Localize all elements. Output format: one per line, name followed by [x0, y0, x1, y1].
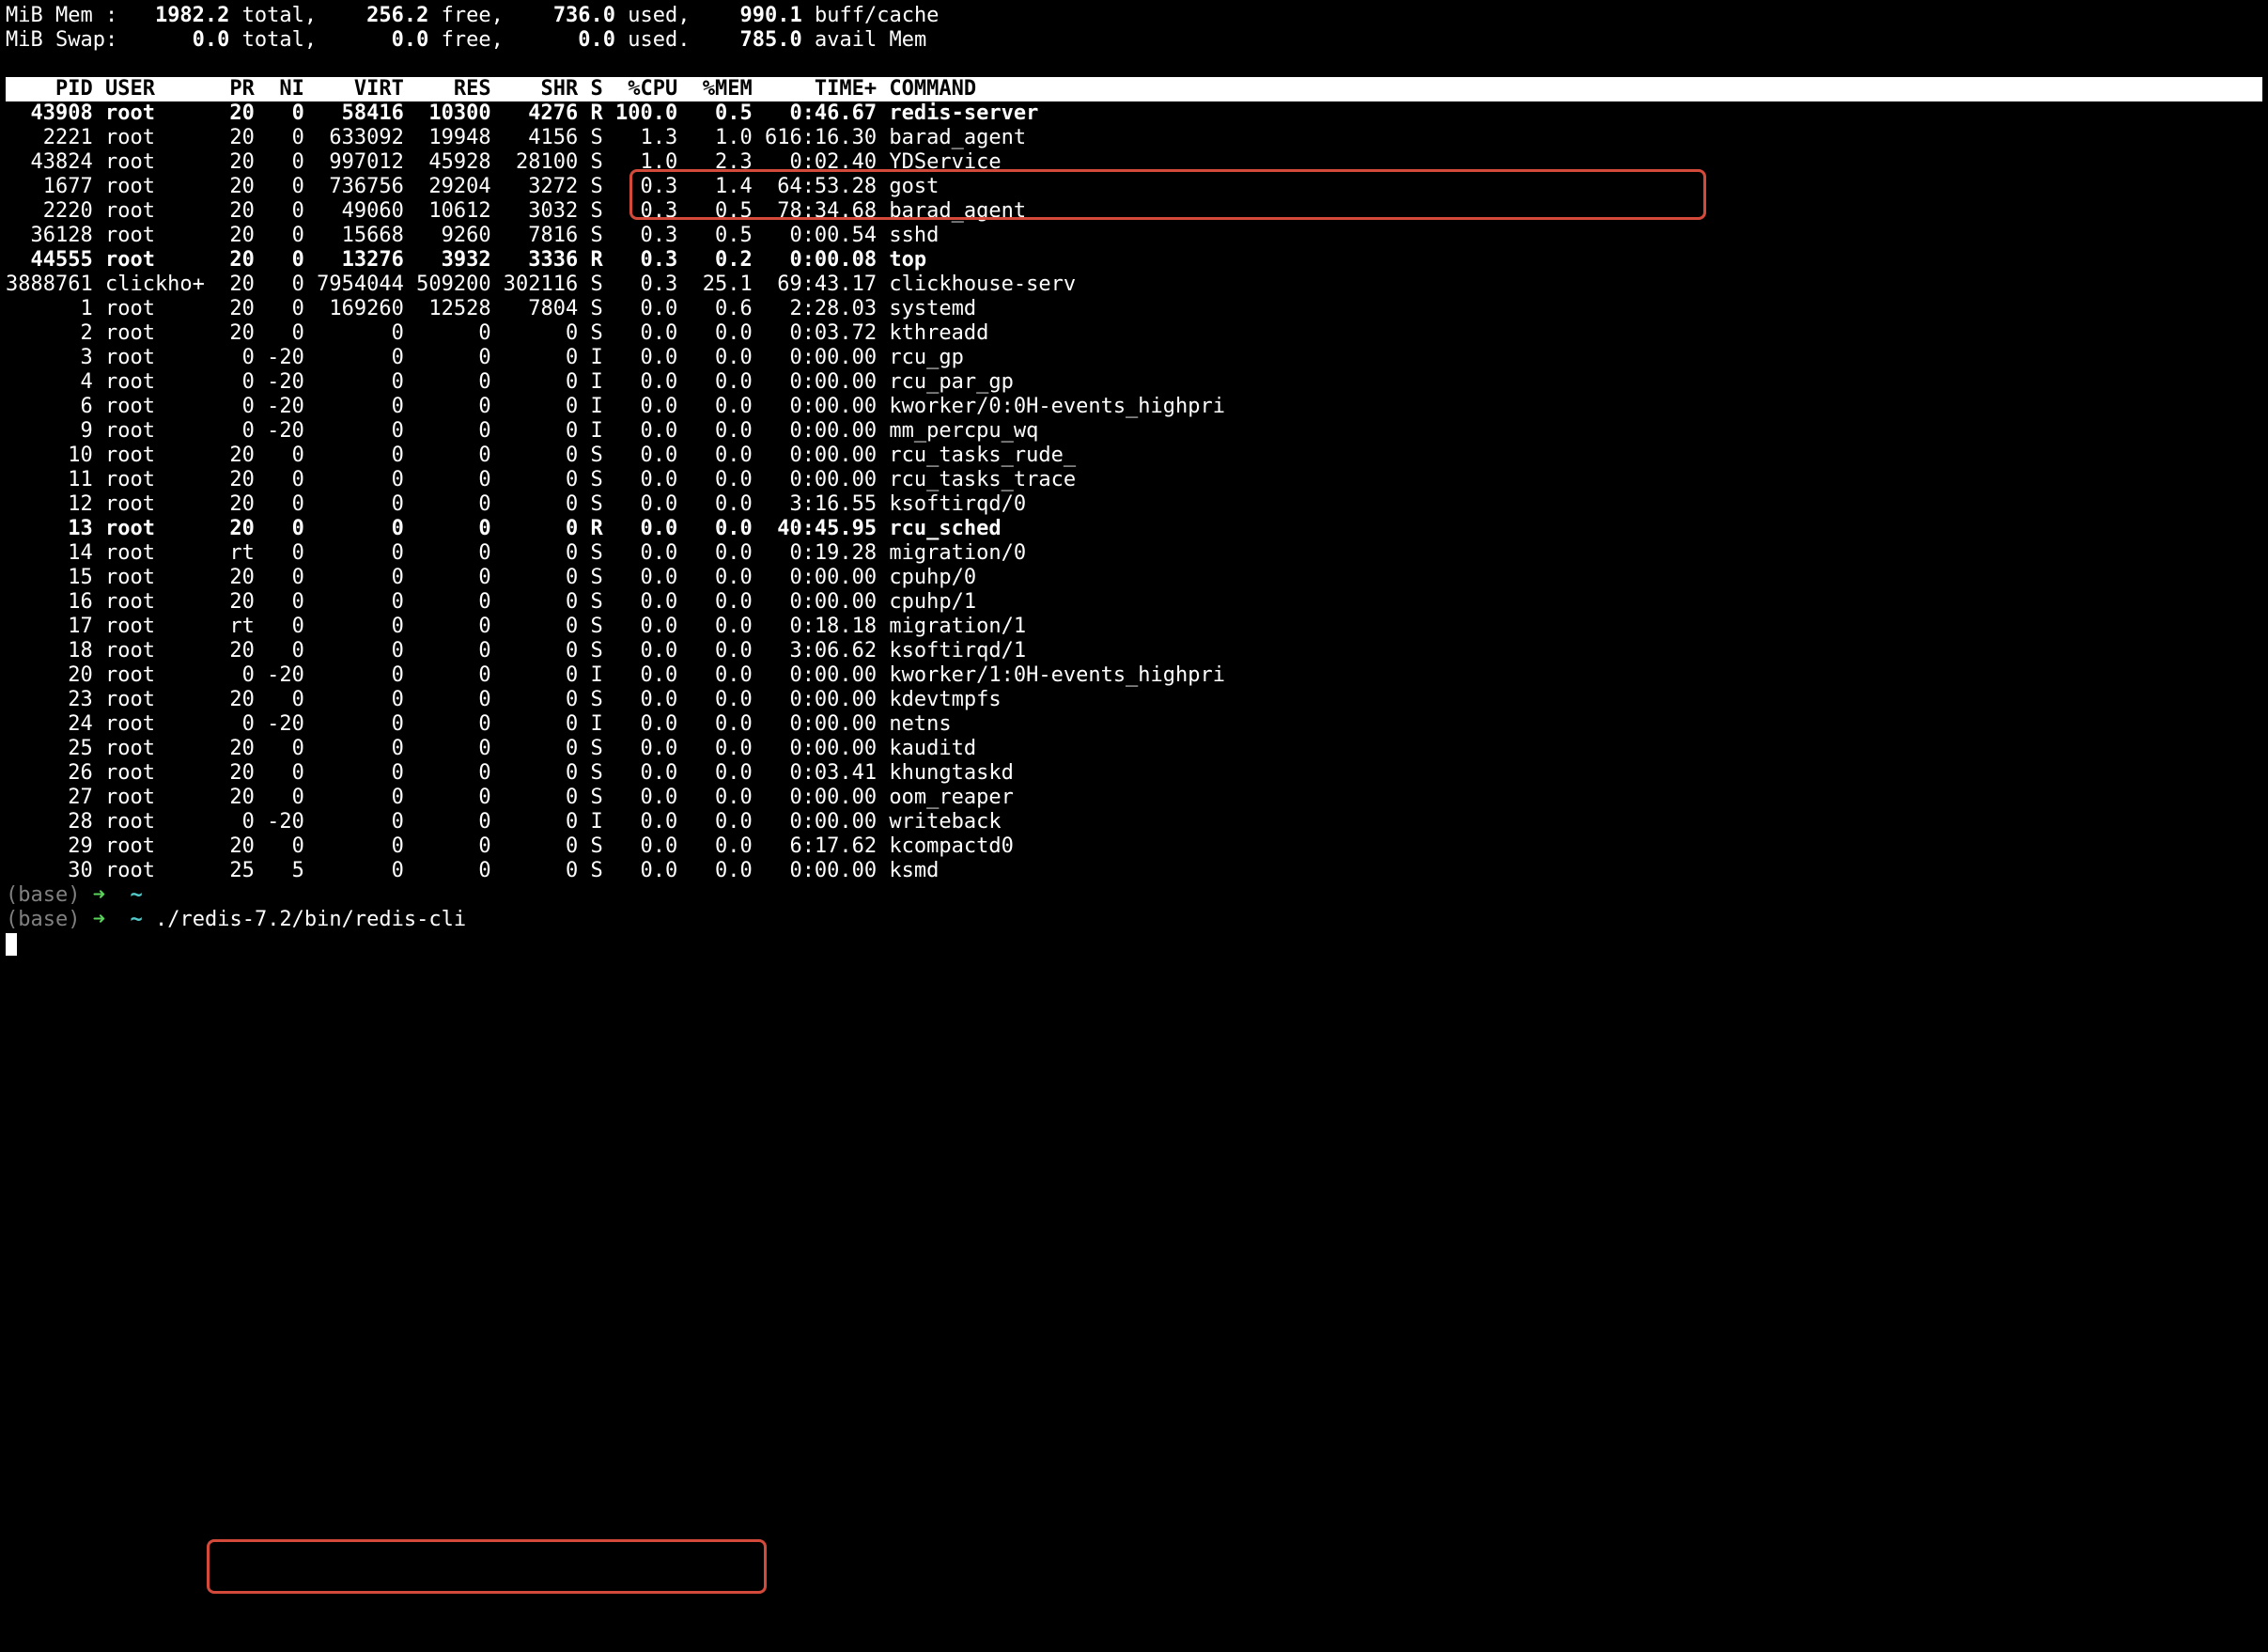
process-row: 44555 root 20 0 13276 3932 3336 R 0.3 0.… — [6, 248, 2262, 273]
mem-buff: 990.1 — [703, 4, 802, 27]
process-row: 3888761 clickho+ 20 0 7954044 509200 302… — [6, 273, 2262, 297]
process-row: 27 root 20 0 0 0 0 S 0.0 0.0 0:00.00 oom… — [6, 786, 2262, 810]
prompt-arrow-icon: ➜ — [93, 908, 105, 931]
swap-used: 0.0 — [516, 28, 615, 52]
shell-prompt-2[interactable]: (base) ➜ ~ ./redis-7.2/bin/redis-cli — [6, 908, 2262, 932]
process-row: 3 root 0 -20 0 0 0 I 0.0 0.0 0:00.00 rcu… — [6, 346, 2262, 370]
process-row: 20 root 0 -20 0 0 0 I 0.0 0.0 0:00.00 kw… — [6, 663, 2262, 688]
cursor-icon — [6, 933, 17, 956]
process-row: 25 root 20 0 0 0 0 S 0.0 0.0 0:00.00 kau… — [6, 737, 2262, 761]
process-row: 1677 root 20 0 736756 29204 3272 S 0.3 1… — [6, 175, 2262, 199]
blank-line — [6, 53, 2262, 77]
process-row: 2 root 20 0 0 0 0 S 0.0 0.0 0:03.72 kthr… — [6, 321, 2262, 346]
process-row: 24 root 0 -20 0 0 0 I 0.0 0.0 0:00.00 ne… — [6, 712, 2262, 737]
cursor-line[interactable] — [6, 932, 2262, 957]
process-row: 2220 root 20 0 49060 10612 3032 S 0.3 0.… — [6, 199, 2262, 224]
mem-line: MiB Mem : 1982.2 total, 256.2 free, 736.… — [6, 4, 2262, 28]
prompt-env: (base) — [6, 908, 80, 931]
process-row: 30 root 25 5 0 0 0 S 0.0 0.0 0:00.00 ksm… — [6, 859, 2262, 883]
swap-line: MiB Swap: 0.0 total, 0.0 free, 0.0 used.… — [6, 28, 2262, 53]
process-row: 9 root 0 -20 0 0 0 I 0.0 0.0 0:00.00 mm_… — [6, 419, 2262, 444]
prompt-cwd: ~ — [130, 883, 142, 907]
swap-total: 0.0 — [130, 28, 229, 52]
process-row: 36128 root 20 0 15668 9260 7816 S 0.3 0.… — [6, 224, 2262, 248]
process-row: 11 root 20 0 0 0 0 S 0.0 0.0 0:00.00 rcu… — [6, 468, 2262, 492]
prompt-cwd: ~ — [130, 908, 142, 931]
process-row: 43908 root 20 0 58416 10300 4276 R 100.0… — [6, 101, 2262, 126]
process-row: 18 root 20 0 0 0 0 S 0.0 0.0 3:06.62 kso… — [6, 639, 2262, 663]
process-row: 10 root 20 0 0 0 0 S 0.0 0.0 0:00.00 rcu… — [6, 444, 2262, 468]
process-row: 28 root 0 -20 0 0 0 I 0.0 0.0 0:00.00 wr… — [6, 810, 2262, 834]
process-row: 29 root 20 0 0 0 0 S 0.0 0.0 6:17.62 kco… — [6, 834, 2262, 859]
typed-command[interactable]: ./redis-7.2/bin/redis-cli — [155, 908, 466, 931]
prompt-arrow-icon: ➜ — [93, 883, 105, 907]
process-row: 4 root 0 -20 0 0 0 I 0.0 0.0 0:00.00 rcu… — [6, 370, 2262, 395]
process-row: 26 root 20 0 0 0 0 S 0.0 0.0 0:03.41 khu… — [6, 761, 2262, 786]
mem-used: 736.0 — [516, 4, 615, 27]
process-row: 14 root rt 0 0 0 0 S 0.0 0.0 0:19.28 mig… — [6, 541, 2262, 566]
mem-free: 256.2 — [329, 4, 428, 27]
swap-free: 0.0 — [329, 28, 428, 52]
process-row: 23 root 20 0 0 0 0 S 0.0 0.0 0:00.00 kde… — [6, 688, 2262, 712]
mem-total: 1982.2 — [130, 4, 229, 27]
process-row: 15 root 20 0 0 0 0 S 0.0 0.0 0:00.00 cpu… — [6, 566, 2262, 590]
process-row: 43824 root 20 0 997012 45928 28100 S 1.0… — [6, 150, 2262, 175]
process-row: 17 root rt 0 0 0 0 S 0.0 0.0 0:18.18 mig… — [6, 615, 2262, 639]
process-row: 16 root 20 0 0 0 0 S 0.0 0.0 0:00.00 cpu… — [6, 590, 2262, 615]
highlight-box-prompt-cmd — [207, 1539, 767, 1594]
process-row: 2221 root 20 0 633092 19948 4156 S 1.3 1… — [6, 126, 2262, 150]
process-row: 1 root 20 0 169260 12528 7804 S 0.0 0.6 … — [6, 297, 2262, 321]
shell-prompt-1[interactable]: (base) ➜ ~ — [6, 883, 2262, 908]
process-table-header: PID USER PR NI VIRT RES SHR S %CPU %MEM … — [6, 77, 2262, 101]
prompt-env: (base) — [6, 883, 80, 907]
swap-avail: 785.0 — [703, 28, 802, 52]
process-row: 13 root 20 0 0 0 0 R 0.0 0.0 40:45.95 rc… — [6, 517, 2262, 541]
process-row: 6 root 0 -20 0 0 0 I 0.0 0.0 0:00.00 kwo… — [6, 395, 2262, 419]
process-row: 12 root 20 0 0 0 0 S 0.0 0.0 3:16.55 kso… — [6, 492, 2262, 517]
terminal-output: MiB Mem : 1982.2 total, 256.2 free, 736.… — [0, 0, 2268, 960]
